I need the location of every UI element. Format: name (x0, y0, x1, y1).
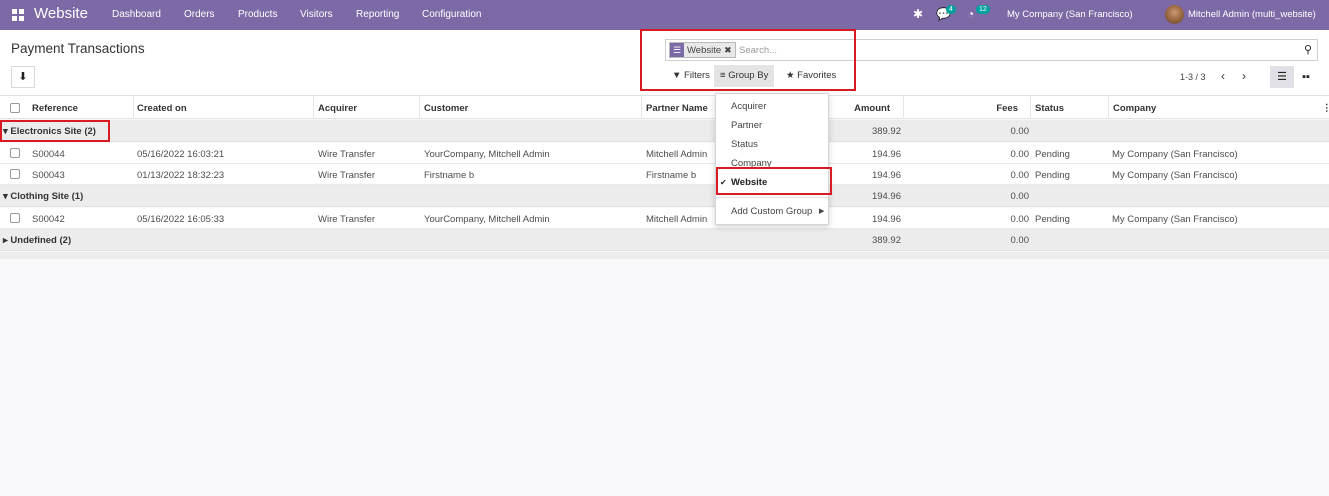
menu-reporting[interactable]: Reporting (356, 9, 399, 20)
activities-badge: 12 (976, 5, 990, 14)
row-checkbox[interactable] (10, 213, 20, 223)
row-checkbox[interactable] (10, 148, 20, 158)
list-footer (0, 252, 1329, 259)
cell-created-on: 01/13/2022 18:32:23 (137, 170, 225, 181)
pager-value[interactable]: 1-3 / 3 (1180, 72, 1206, 82)
column-company[interactable]: Company (1113, 103, 1156, 114)
group-row[interactable]: ▾ Electronics Site (2) 389.92 0.00 (0, 120, 1329, 142)
group-by-option-acquirer[interactable]: Acquirer (731, 101, 766, 112)
table-row[interactable]: S00044 05/16/2022 16:03:21 Wire Transfer… (0, 143, 1329, 164)
cell-amount: 194.96 (871, 149, 901, 160)
download-icon: ⬇ (18, 71, 28, 83)
highlight-group-electronics (0, 120, 110, 142)
cell-company: My Company (San Francisco) (1112, 149, 1238, 160)
column-status[interactable]: Status (1035, 103, 1064, 114)
company-switcher[interactable]: My Company (San Francisco) (1007, 9, 1133, 20)
cell-company: My Company (San Francisco) (1112, 214, 1238, 225)
cell-amount: 194.96 (871, 170, 901, 181)
cell-fees: 0.00 (1010, 149, 1030, 160)
top-navbar: Website Dashboard Orders Products Visito… (0, 0, 1329, 30)
column-reference[interactable]: Reference (32, 103, 78, 114)
group-fees: 0.00 (1010, 191, 1030, 202)
dropdown-divider (716, 197, 828, 198)
cell-reference: S00042 (32, 214, 65, 225)
bug-icon[interactable]: ✱ (913, 7, 923, 21)
kanban-view-button[interactable]: ▪▪ (1294, 66, 1318, 88)
avatar[interactable] (1165, 5, 1184, 24)
group-fees: 0.00 (1010, 235, 1030, 246)
group-by-option-partner[interactable]: Partner (731, 120, 762, 131)
column-created-on[interactable]: Created on (137, 103, 187, 114)
user-menu[interactable]: Mitchell Admin (multi_website) (1188, 9, 1316, 20)
cell-reference: S00044 (32, 149, 65, 160)
cell-created-on: 05/16/2022 16:03:21 (137, 149, 225, 160)
highlight-website-option (716, 167, 832, 195)
menu-configuration[interactable]: Configuration (422, 9, 481, 20)
group-row[interactable]: ▾ Clothing Site (1) 194.96 0.00 (0, 185, 1329, 207)
cell-status: Pending (1035, 149, 1070, 160)
cell-partner-name: Mitchell Admin (646, 149, 708, 160)
cell-created-on: 05/16/2022 16:05:33 (137, 214, 225, 225)
cell-customer: YourCompany, Mitchell Admin (424, 149, 550, 160)
messages-badge: 4 (946, 5, 956, 14)
pager-previous-button[interactable]: ‹ (1221, 69, 1225, 83)
cell-customer: YourCompany, Mitchell Admin (424, 214, 550, 225)
apps-menu-icon[interactable] (12, 9, 24, 21)
column-amount[interactable]: Amount (830, 103, 890, 114)
search-icon[interactable]: ⚲ (1304, 43, 1312, 56)
group-amount: 194.96 (871, 191, 901, 202)
cell-fees: 0.00 (1010, 214, 1030, 225)
cell-amount: 194.96 (871, 214, 901, 225)
kanban-view-icon: ▪▪ (1302, 71, 1310, 83)
list-view-icon: ☰ (1277, 71, 1287, 83)
highlight-search-panel (640, 29, 856, 91)
caret-right-icon: ▶ (819, 208, 825, 215)
column-acquirer[interactable]: Acquirer (318, 103, 357, 114)
column-customer[interactable]: Customer (424, 103, 468, 114)
app-name[interactable]: Website (34, 5, 88, 22)
menu-dashboard[interactable]: Dashboard (112, 9, 161, 20)
cell-acquirer: Wire Transfer (318, 214, 376, 225)
menu-products[interactable]: Products (238, 9, 277, 20)
table-row[interactable]: S00042 05/16/2022 16:05:33 Wire Transfer… (0, 208, 1329, 229)
group-label: ▸ Undefined (2) (3, 235, 72, 246)
column-fees[interactable]: Fees (958, 103, 1018, 114)
cell-acquirer: Wire Transfer (318, 170, 376, 181)
pager-next-button[interactable]: › (1242, 69, 1246, 83)
page-title: Payment Transactions (11, 41, 145, 56)
select-all-checkbox[interactable] (10, 103, 20, 113)
group-fees: 0.00 (1010, 126, 1030, 137)
group-amount: 389.92 (871, 126, 901, 137)
cell-fees: 0.00 (1010, 170, 1030, 181)
menu-visitors[interactable]: Visitors (300, 9, 333, 20)
group-by-dropdown: Acquirer Partner Status Company ✔ Websit… (715, 93, 829, 225)
table-row[interactable]: S00043 01/13/2022 18:32:23 Wire Transfer… (0, 164, 1329, 185)
cell-acquirer: Wire Transfer (318, 149, 376, 160)
table-header: Reference Created on Acquirer Customer P… (0, 96, 1329, 119)
clock-icon[interactable]: ◔ (967, 7, 974, 21)
cell-partner-name: Firstname b (646, 170, 697, 181)
column-partner-name[interactable]: Partner Name (646, 103, 708, 114)
group-amount: 389.92 (871, 235, 901, 246)
group-by-option-status[interactable]: Status (731, 139, 758, 150)
cell-reference: S00043 (32, 170, 65, 181)
cell-company: My Company (San Francisco) (1112, 170, 1238, 181)
list-view-button[interactable]: ☰ (1270, 66, 1294, 88)
group-row[interactable]: ▸ Undefined (2) 389.92 0.00 (0, 229, 1329, 251)
export-button[interactable]: ⬇ (11, 66, 35, 88)
group-label: ▾ Clothing Site (1) (3, 191, 84, 202)
cell-partner-name: Mitchell Admin (646, 214, 708, 225)
cell-status: Pending (1035, 214, 1070, 225)
add-custom-group[interactable]: Add Custom Group (731, 206, 812, 217)
menu-orders[interactable]: Orders (184, 9, 215, 20)
row-checkbox[interactable] (10, 169, 20, 179)
optional-columns-icon[interactable]: ⋮ (1322, 103, 1329, 114)
cell-status: Pending (1035, 170, 1070, 181)
cell-customer: Firstname b (424, 170, 475, 181)
